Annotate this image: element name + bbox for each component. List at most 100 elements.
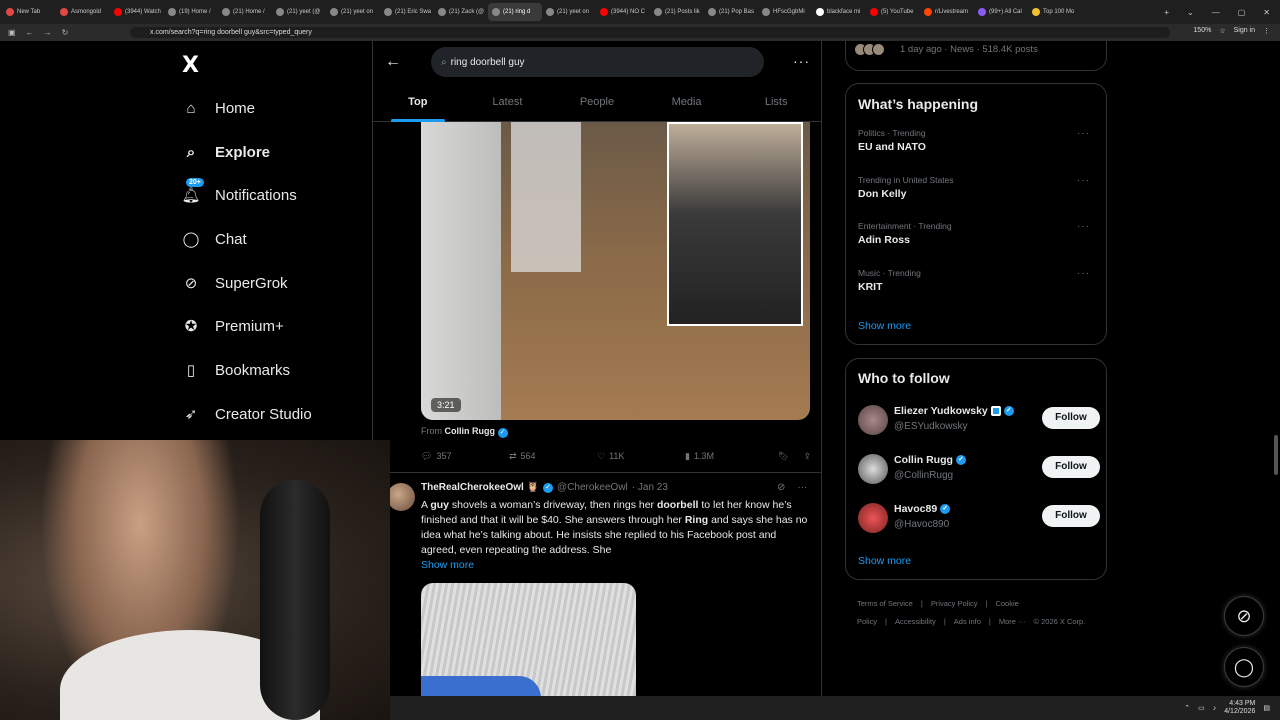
views-button[interactable]: ▮ 1.3M	[685, 451, 773, 462]
avatar[interactable]	[858, 405, 888, 435]
tab-media[interactable]: Media	[642, 87, 732, 121]
nav-item-creator-studio[interactable]: ➶ Creator Studio	[180, 399, 312, 429]
suggestion-name[interactable]: Eliezer Yudkowsky ✓	[894, 405, 1014, 417]
bookmark-icon[interactable]: 🔖︎	[778, 451, 789, 462]
nav-item-chat[interactable]: ◯ Chat	[180, 224, 247, 254]
reload-icon[interactable]: ↻	[62, 28, 69, 37]
tab-people[interactable]: People	[552, 87, 642, 121]
scrollbar[interactable]	[1274, 435, 1278, 475]
nav-item-explore[interactable]: ⌕ Explore	[180, 137, 270, 167]
grok-icon[interactable]: ⊘	[777, 482, 785, 493]
avatar[interactable]	[858, 454, 888, 484]
sign-in-button[interactable]: Sign in	[1234, 27, 1255, 35]
nav-item-premium[interactable]: ✪ Premium+	[180, 311, 284, 341]
follow-button[interactable]: Follow	[1042, 505, 1100, 527]
close-icon[interactable]: ✕	[1263, 8, 1270, 17]
share-icon[interactable]: ⇪	[803, 451, 811, 462]
follow-button[interactable]: Follow	[1042, 407, 1100, 429]
more-options-icon[interactable]: ···	[793, 53, 810, 69]
more-options-icon[interactable]: ···	[1077, 128, 1090, 139]
trend-item[interactable]: Music · Trending KRIT ···	[858, 268, 1098, 293]
author-handle[interactable]: @CherokeeOwl	[557, 482, 628, 493]
avatar[interactable]	[387, 483, 415, 511]
more-options-icon[interactable]: ···	[1077, 268, 1090, 279]
grok-fab[interactable]: ⊘	[1224, 596, 1264, 636]
x-logo[interactable]: X	[182, 53, 199, 78]
suggestion-name[interactable]: Havoc89 ✓	[894, 503, 951, 515]
footer-link[interactable]: Ads info	[954, 617, 981, 626]
author-name[interactable]: TheRealCherokeeOwl 🦉	[421, 482, 539, 493]
browser-tab[interactable]: New Tab	[2, 3, 56, 21]
more-options-icon[interactable]: ···	[1077, 175, 1090, 186]
post[interactable]: TheRealCherokeeOwl 🦉 ✓ @CherokeeOwl · Ja…	[373, 473, 821, 696]
network-icon[interactable]: ▭	[1198, 704, 1205, 712]
nav-item-home[interactable]: ⌂ Home	[180, 93, 255, 123]
browser-tab[interactable]: (3944) Watch	[110, 3, 164, 21]
tray-chevron-icon[interactable]: ⌃	[1184, 704, 1190, 712]
reply-button[interactable]: 💬︎ 357	[421, 451, 509, 462]
browser-tab[interactable]: (21) yeet (@	[272, 3, 326, 21]
tab-list-icon[interactable]: ⌄	[1187, 8, 1194, 17]
browser-tab[interactable]: r/Livestream	[920, 3, 974, 21]
chat-fab[interactable]: ◯	[1224, 647, 1264, 687]
show-more-link[interactable]: Show more	[858, 320, 911, 332]
tab-top[interactable]: Top	[373, 87, 463, 122]
trend-item[interactable]: Trending in United States Don Kelly ···	[858, 175, 1098, 200]
news-card[interactable]: 1 day ago · News · 518.4K posts	[845, 41, 1107, 71]
footer-link[interactable]: Terms of Service	[857, 599, 913, 608]
more-options-icon[interactable]: ···	[1077, 221, 1090, 232]
minimize-icon[interactable]: —	[1212, 8, 1220, 17]
repost-button[interactable]: ⇄ 564	[509, 451, 597, 462]
browser-tab[interactable]: (5) YouTube	[866, 3, 920, 21]
footer-link[interactable]: More ···	[999, 617, 1026, 626]
follow-suggestion[interactable]: Havoc89 ✓ @Havoc890 Follow	[858, 499, 1100, 539]
show-more-link[interactable]: Show more	[421, 559, 474, 571]
nav-item-bookmarks[interactable]: ▯ Bookmarks	[180, 355, 290, 385]
follow-button[interactable]: Follow	[1042, 456, 1100, 478]
browser-tab[interactable]: (21) ring d	[488, 3, 542, 21]
footer-link[interactable]: Accessibility	[895, 617, 936, 626]
back-arrow-icon[interactable]: ←	[26, 28, 34, 37]
browser-tab[interactable]: (21) Pop Bas	[704, 3, 758, 21]
trend-item[interactable]: Entertainment · Trending Adin Ross ···	[858, 221, 1098, 246]
browser-tab[interactable]: (21) Posts lik	[650, 3, 704, 21]
like-button[interactable]: ♡ 11K	[597, 451, 685, 462]
footer-link[interactable]: © 2026 X Corp.	[1034, 617, 1086, 626]
browser-tab[interactable]: (19) Home /	[164, 3, 218, 21]
avatar[interactable]	[858, 503, 888, 533]
nav-item-notifications[interactable]: 🔔︎ 20+ Notifications	[180, 178, 297, 210]
tab-latest[interactable]: Latest	[463, 87, 553, 121]
source-author[interactable]: Collin Rugg	[445, 426, 496, 436]
star-icon[interactable]: ☆	[1219, 27, 1225, 35]
forward-arrow-icon[interactable]: →	[44, 28, 52, 37]
footer-link[interactable]: Privacy Policy	[931, 599, 978, 608]
notification-icon[interactable]: ▤	[1263, 704, 1270, 712]
zoom-level[interactable]: 150%	[1193, 27, 1211, 35]
browser-tab[interactable]: blackface mi	[812, 3, 866, 21]
follow-suggestion[interactable]: Eliezer Yudkowsky ✓ @ESYudkowsky Follow	[858, 401, 1100, 441]
more-options-icon[interactable]: ···	[797, 482, 807, 493]
browser-tab[interactable]: (21) Zack (@	[434, 3, 488, 21]
show-more-link[interactable]: Show more	[858, 555, 911, 567]
new-tab-icon[interactable]: +	[1164, 8, 1169, 17]
nav-item-supergrok[interactable]: ⊘ SuperGrok	[180, 268, 288, 298]
menu-icon[interactable]: ⋮	[1263, 27, 1270, 35]
browser-tab[interactable]: Asmongold	[56, 3, 110, 21]
tab-lists[interactable]: Lists	[731, 87, 821, 121]
browser-tab[interactable]: (3944) NO C	[596, 3, 650, 21]
browser-tab[interactable]: (21) yeet on	[542, 3, 596, 21]
trend-item[interactable]: Politics · Trending EU and NATO ···	[858, 128, 1098, 153]
browser-tab[interactable]: (21) yeet on	[326, 3, 380, 21]
browser-tab[interactable]: Top 100 Mo	[1028, 3, 1082, 21]
maximize-icon[interactable]: ▢	[1238, 8, 1246, 17]
search-input[interactable]: ⌕ ring doorbell guy	[431, 47, 764, 77]
tab-search-icon[interactable]: ▣	[8, 28, 16, 37]
back-arrow-icon[interactable]: ←	[385, 53, 401, 71]
browser-tab[interactable]: (21) Eric Swa	[380, 3, 434, 21]
browser-tab[interactable]: HFscGgbMi	[758, 3, 812, 21]
browser-tab[interactable]: (99+) All Cal	[974, 3, 1028, 21]
clock[interactable]: 4:43 PM 4/12/2026	[1224, 700, 1255, 716]
suggestion-name[interactable]: Collin Rugg ✓	[894, 454, 966, 466]
url-field[interactable]: x.com/search?q=ring doorbell guy&src=typ…	[130, 27, 1170, 38]
volume-icon[interactable]: ♪	[1213, 705, 1217, 712]
